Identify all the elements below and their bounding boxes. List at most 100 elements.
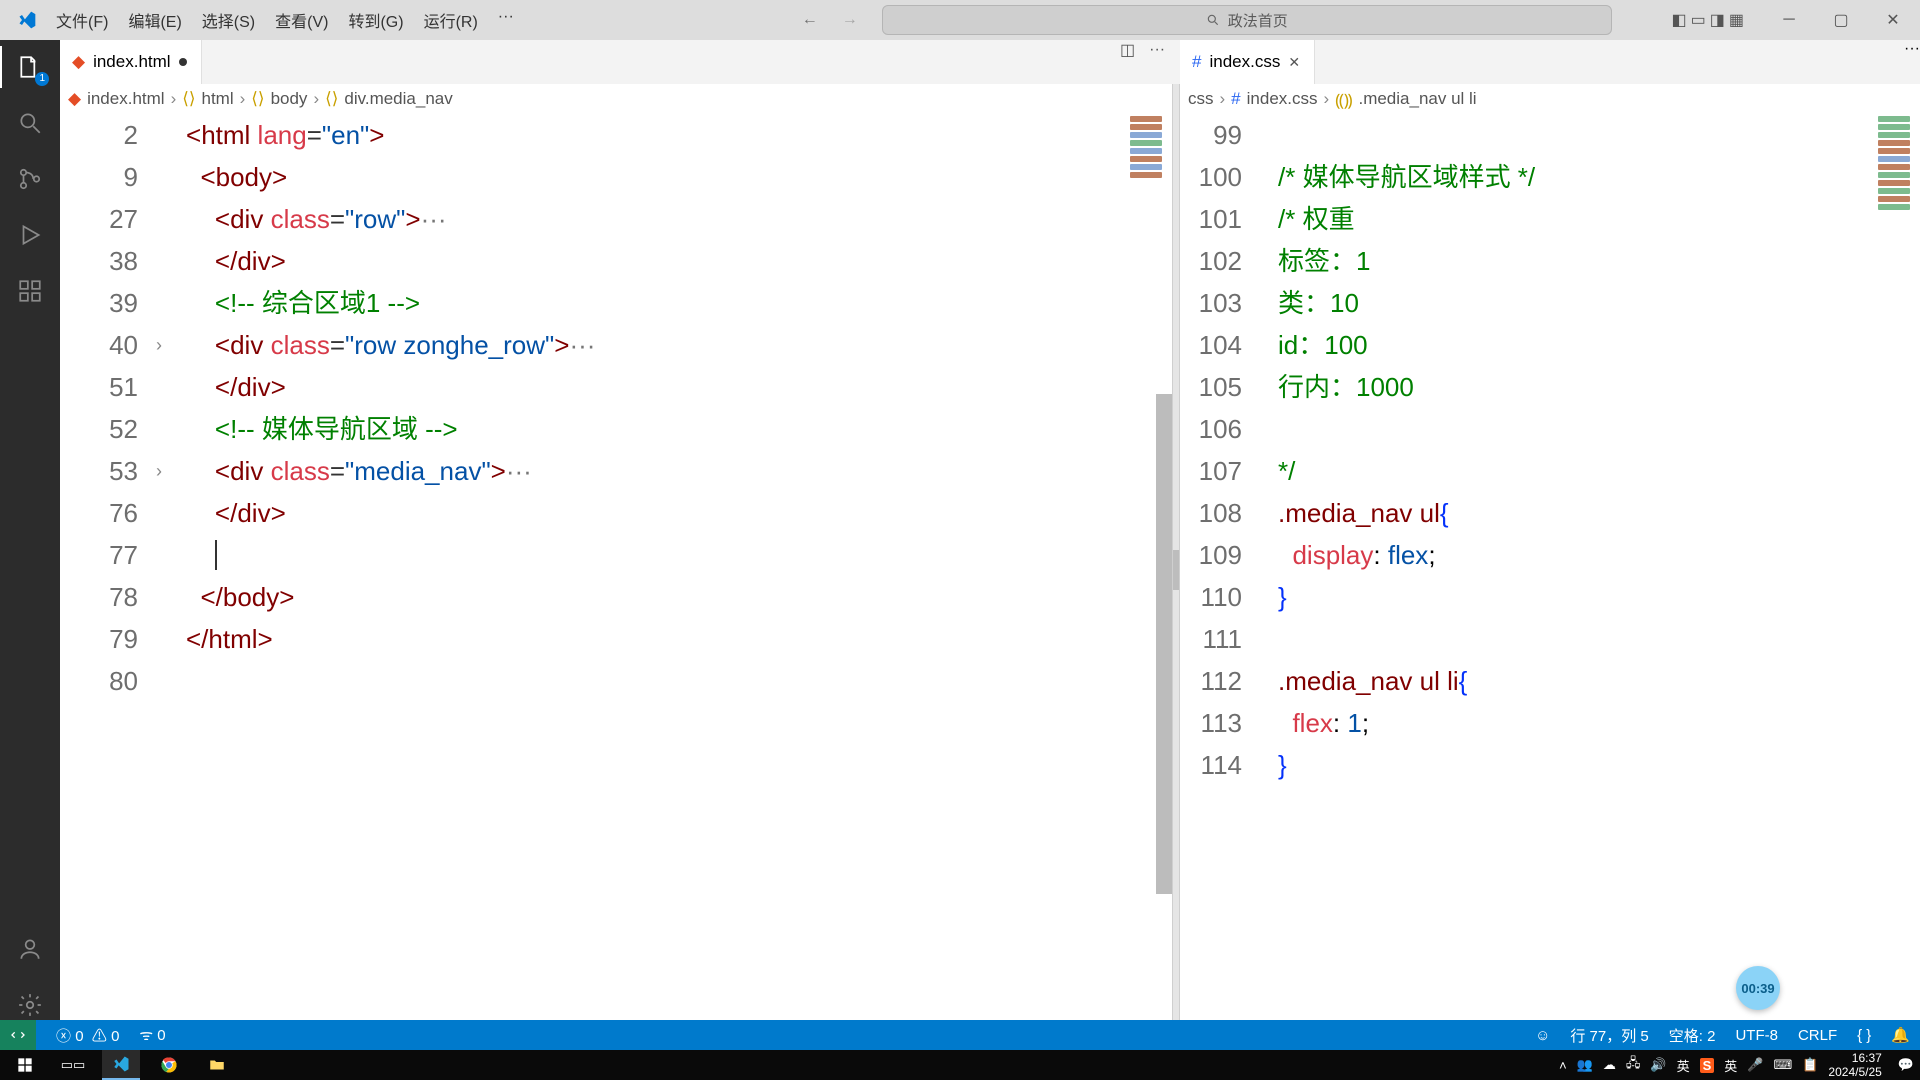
breadcrumb-segment[interactable]: html [202,89,234,109]
activity-extensions-icon[interactable] [13,274,47,308]
system-tray: ˄ 👥 ☁ 🖧 🔊 英 S 英 🎤 ⌨ 📋 16:37 2024/5/25 💬 [1559,1051,1914,1079]
status-encoding[interactable]: UTF-8 [1735,1027,1778,1044]
scrollbar-thumb[interactable] [1156,394,1172,894]
status-notifications-icon[interactable]: 🔔 [1891,1026,1910,1044]
html-file-icon: ◆ [68,89,81,109]
warning-icon: ⚠ [92,1028,107,1045]
tray-notifications-icon[interactable]: 💬 [1898,1057,1914,1073]
remote-indicator[interactable] [0,1020,36,1050]
task-view-icon[interactable]: ▭▭ [54,1050,92,1080]
editor-left[interactable]: 29273839405152537677787980 ›› <html lang… [60,114,1172,1036]
status-cursor-position[interactable]: 行 77，列 5 [1570,1025,1648,1046]
activity-explorer-icon[interactable]: 1 [13,50,47,84]
status-problems[interactable]: ⓧ 0 ⚠ 0 [56,1025,119,1046]
recording-timer-badge[interactable]: 00:39 [1736,966,1780,1010]
window-close-icon[interactable]: ✕ [1872,10,1914,30]
taskbar-app-vscode[interactable] [102,1050,140,1080]
breadcrumb-segment[interactable]: index.css [1247,89,1318,109]
more-actions-icon[interactable]: ··· [1904,40,1920,57]
status-feedback-icon[interactable]: ☺ [1535,1027,1550,1044]
breadcrumb-segment[interactable]: div.media_nav [344,89,452,109]
window-maximize-icon[interactable]: ▢ [1820,10,1862,30]
nav-forward-icon[interactable]: → [842,11,858,29]
taskbar-app-explorer[interactable] [198,1050,236,1080]
tray-people-icon[interactable]: 👥 [1577,1057,1593,1073]
taskbar-app-chrome[interactable] [150,1050,188,1080]
layout-customize-icon[interactable]: ▦ [1729,10,1744,30]
status-language-mode[interactable]: { } [1857,1027,1871,1044]
nav-back-icon[interactable]: ← [802,11,818,29]
element-icon: ⟨⟩ [182,89,195,109]
tray-sogou-icon[interactable]: S [1700,1058,1715,1073]
layout-panel-icon[interactable]: ▭ [1691,10,1706,30]
tray-ime-label[interactable]: 英 [1677,1056,1690,1075]
layout-sidebar-right-icon[interactable]: ◨ [1710,10,1725,30]
menu-bar: 文件(F) 编辑(E) 选择(S) 查看(V) 转到(G) 运行(R) ··· [48,4,522,36]
tray-onedrive-icon[interactable]: ☁ [1603,1057,1616,1073]
breadcrumb-segment[interactable]: .media_nav ul li [1358,89,1476,109]
tray-keyboard-icon[interactable]: ⌨ [1773,1057,1792,1073]
activity-search-icon[interactable] [13,106,47,140]
html-file-icon: ◆ [72,52,85,72]
menu-more[interactable]: ··· [490,4,522,36]
tab-close-icon[interactable]: ✕ [1288,54,1300,71]
status-eol[interactable]: CRLF [1798,1027,1837,1044]
menu-select[interactable]: 选择(S) [194,4,263,36]
activity-settings-icon[interactable] [13,988,47,1022]
tab-modified-icon [179,58,187,66]
command-center-search[interactable]: 政法首页 [882,5,1612,35]
split-editor-icon[interactable]: ◫ [1120,40,1135,60]
element-icon: ⟨⟩ [251,89,264,109]
search-placeholder-text: 政法首页 [1228,10,1288,31]
activity-scm-icon[interactable] [13,162,47,196]
activity-bar: 1 [0,40,60,1036]
breadcrumb-segment[interactable]: index.html [87,89,164,109]
tray-clipboard-icon[interactable]: 📋 [1802,1057,1818,1073]
tray-chevron-icon[interactable]: ˄ [1559,1058,1567,1073]
chevron-right-icon: › [313,89,319,109]
taskbar-clock[interactable]: 16:37 2024/5/25 [1828,1051,1887,1079]
minimap[interactable] [1872,114,1920,1036]
remote-icon [10,1027,26,1043]
breadcrumb-left[interactable]: ◆ index.html › ⟨⟩ html › ⟨⟩ body › ⟨⟩ di… [60,84,1172,114]
activity-accounts-icon[interactable] [13,932,47,966]
activity-debug-icon[interactable] [13,218,47,252]
layout-sidebar-left-icon[interactable]: ◧ [1672,10,1687,30]
title-bar: 文件(F) 编辑(E) 选择(S) 查看(V) 转到(G) 运行(R) ··· … [0,0,1920,40]
tray-network-icon[interactable]: 🖧 [1626,1054,1641,1076]
status-indentation[interactable]: 空格: 2 [1669,1025,1716,1046]
menu-run[interactable]: 运行(R) [416,4,486,36]
tab-index-html[interactable]: ◆ index.html [60,40,202,84]
tab-index-css[interactable]: # index.css ✕ [1180,40,1315,84]
tray-volume-icon[interactable]: 🔊 [1650,1057,1666,1073]
tab-label: index.css [1209,52,1280,72]
chevron-right-icon: › [1324,89,1330,109]
menu-view[interactable]: 查看(V) [267,4,336,36]
window-minimize-icon[interactable]: ─ [1768,11,1810,29]
breadcrumb-right[interactable]: css › # index.css › ⸨⸩ .media_nav ul li [1180,84,1912,114]
breadcrumb-segment[interactable]: css [1188,89,1214,109]
start-button-icon[interactable] [6,1050,44,1080]
more-actions-icon[interactable]: ··· [1149,41,1165,59]
editor-right[interactable]: 9910010110210310410510610710810911011111… [1180,114,1920,1036]
error-icon: ⓧ [56,1028,71,1045]
css-file-icon: # [1192,52,1201,72]
selector-icon: ⸨⸩ [1335,88,1352,111]
editor-split-sash[interactable] [1172,84,1180,1036]
chevron-right-icon: › [240,89,246,109]
tray-ime-label-2[interactable]: 英 [1724,1056,1737,1075]
status-bar: ⓧ 0 ⚠ 0 ᯤ 0 ☺ 行 77，列 5 空格: 2 UTF-8 CRLF … [0,1020,1920,1050]
sash-grip-icon [1173,550,1179,590]
menu-goto[interactable]: 转到(G) [340,4,411,36]
search-icon [1206,13,1220,27]
vscode-logo-icon [16,9,38,31]
antenna-icon: ᯤ [139,1027,153,1044]
chevron-right-icon: › [1220,89,1226,109]
windows-taskbar: ▭▭ ˄ 👥 ☁ 🖧 🔊 英 S 英 🎤 ⌨ 📋 16:37 2024/5/25… [0,1050,1920,1080]
menu-edit[interactable]: 编辑(E) [120,4,189,36]
menu-file[interactable]: 文件(F) [48,4,116,36]
breadcrumb-segment[interactable]: body [271,89,308,109]
css-file-icon: # [1231,89,1240,109]
tray-mic-icon[interactable]: 🎤 [1747,1057,1763,1073]
status-ports[interactable]: ᯤ 0 [139,1025,165,1045]
